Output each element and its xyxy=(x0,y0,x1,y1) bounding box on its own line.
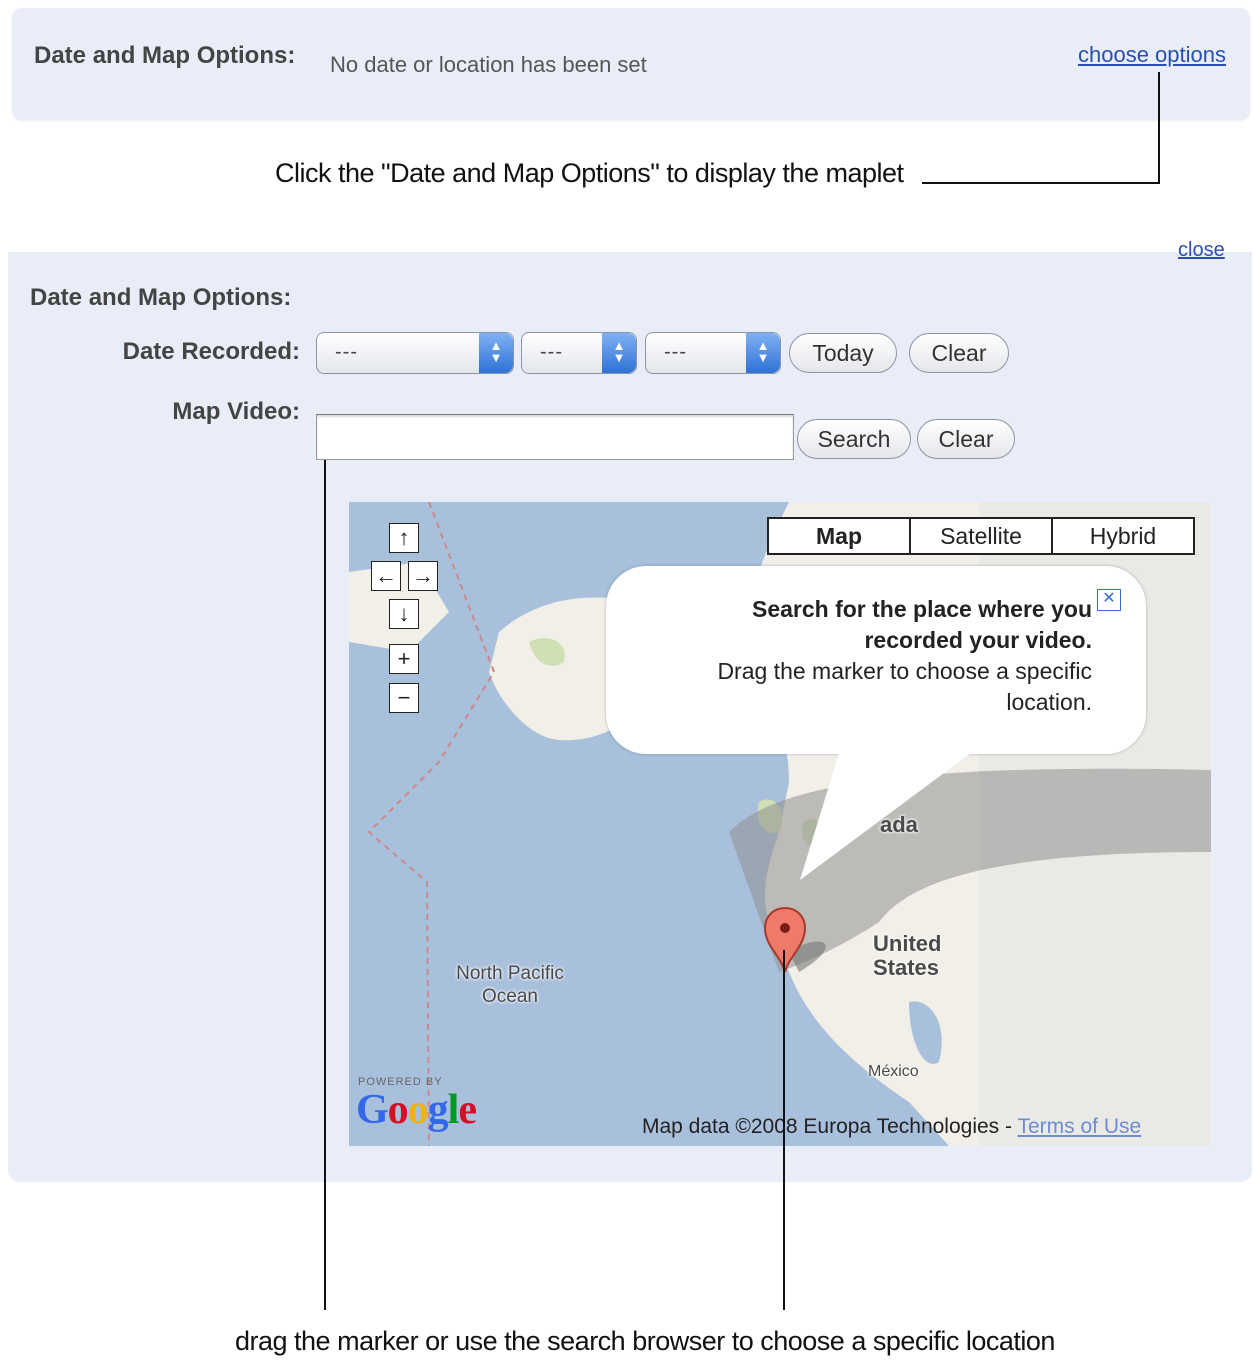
pan-up-button[interactable]: ↑ xyxy=(389,523,419,553)
annotation-line xyxy=(1158,72,1160,184)
annotation-top: Click the "Date and Map Options" to disp… xyxy=(275,158,904,188)
bubble-line: location. xyxy=(1006,689,1092,715)
select-arrows-icon: ▲ ▼ xyxy=(602,333,636,373)
day-select-value: --- xyxy=(540,341,563,363)
map-label-line: North Pacific xyxy=(456,963,564,984)
map-video-label: Map Video: xyxy=(172,398,300,425)
pan-down-button[interactable]: ↓ xyxy=(389,599,419,629)
terms-of-use-link[interactable]: Terms of Use xyxy=(1017,1115,1141,1138)
map-label-united-states: United States xyxy=(873,932,941,980)
map-type-map[interactable]: Map xyxy=(769,519,909,553)
search-button[interactable]: Search xyxy=(797,419,911,459)
annotation-bottom: drag the marker or use the search browse… xyxy=(235,1326,1055,1356)
clear-date-button[interactable]: Clear xyxy=(909,333,1009,373)
pan-left-button[interactable]: ← xyxy=(371,561,401,591)
summary-status: No date or location has been set xyxy=(330,52,647,77)
map-label-mexico: México xyxy=(868,1063,919,1080)
today-button[interactable]: Today xyxy=(789,333,897,373)
date-recorded-label: Date Recorded: xyxy=(122,338,300,365)
annotation-line xyxy=(922,182,1160,184)
logo-letter: o xyxy=(407,1087,429,1133)
month-select-value: --- xyxy=(335,341,358,363)
map-attribution: Map data ©2008 Europa Technologies - Ter… xyxy=(642,1115,1141,1139)
logo-letter: G xyxy=(356,1087,389,1133)
map-label-line: United xyxy=(873,931,942,956)
logo-letter: g xyxy=(427,1087,449,1133)
year-select-value: --- xyxy=(664,341,687,363)
logo-letter: l xyxy=(447,1087,460,1133)
map-type-switcher: Map Satellite Hybrid xyxy=(767,517,1195,555)
close-link[interactable]: close xyxy=(1178,240,1225,260)
year-select[interactable]: --- ▲ ▼ xyxy=(645,332,781,374)
bubble-line: Drag the marker to choose a specific xyxy=(717,658,1092,684)
panel-title: Date and Map Options: xyxy=(30,284,292,311)
bubble-line: Search for the place where you xyxy=(751,596,1092,622)
map-label-ocean: North Pacific Ocean xyxy=(440,962,580,1008)
bubble-line: recorded your video. xyxy=(864,627,1092,653)
attribution-text: Map data ©2008 Europa Technologies - xyxy=(642,1115,1018,1138)
info-bubble-tail xyxy=(800,750,975,880)
pan-right-button[interactable]: → xyxy=(408,561,438,591)
zoom-in-button[interactable]: + xyxy=(389,644,419,674)
clear-search-button[interactable]: Clear xyxy=(917,419,1015,459)
map-type-hybrid[interactable]: Hybrid xyxy=(1051,519,1193,553)
logo-letter: e xyxy=(458,1087,477,1133)
select-arrows-icon: ▲ ▼ xyxy=(479,333,513,373)
map-label-line: Ocean xyxy=(482,986,538,1007)
day-select[interactable]: --- ▲ ▼ xyxy=(521,332,637,374)
google-logo: Google xyxy=(356,1086,477,1134)
map-type-satellite[interactable]: Satellite xyxy=(909,519,1051,553)
info-bubble-text: Search for the place where you recorded … xyxy=(640,594,1092,718)
map-label-line: States xyxy=(873,955,940,980)
month-select[interactable]: --- ▲ ▼ xyxy=(316,332,514,374)
zoom-out-button[interactable]: − xyxy=(389,683,419,713)
map-search-input[interactable] xyxy=(316,414,794,460)
annotation-line xyxy=(324,460,326,1310)
summary-title: Date and Map Options: xyxy=(34,42,296,69)
map-marker-icon[interactable] xyxy=(763,906,807,974)
choose-options-link[interactable]: choose options xyxy=(1078,42,1226,68)
annotation-line xyxy=(783,950,785,1310)
logo-letter: o xyxy=(387,1087,409,1133)
select-arrows-icon: ▲ ▼ xyxy=(746,333,780,373)
close-icon[interactable]: ✕ xyxy=(1097,589,1121,611)
